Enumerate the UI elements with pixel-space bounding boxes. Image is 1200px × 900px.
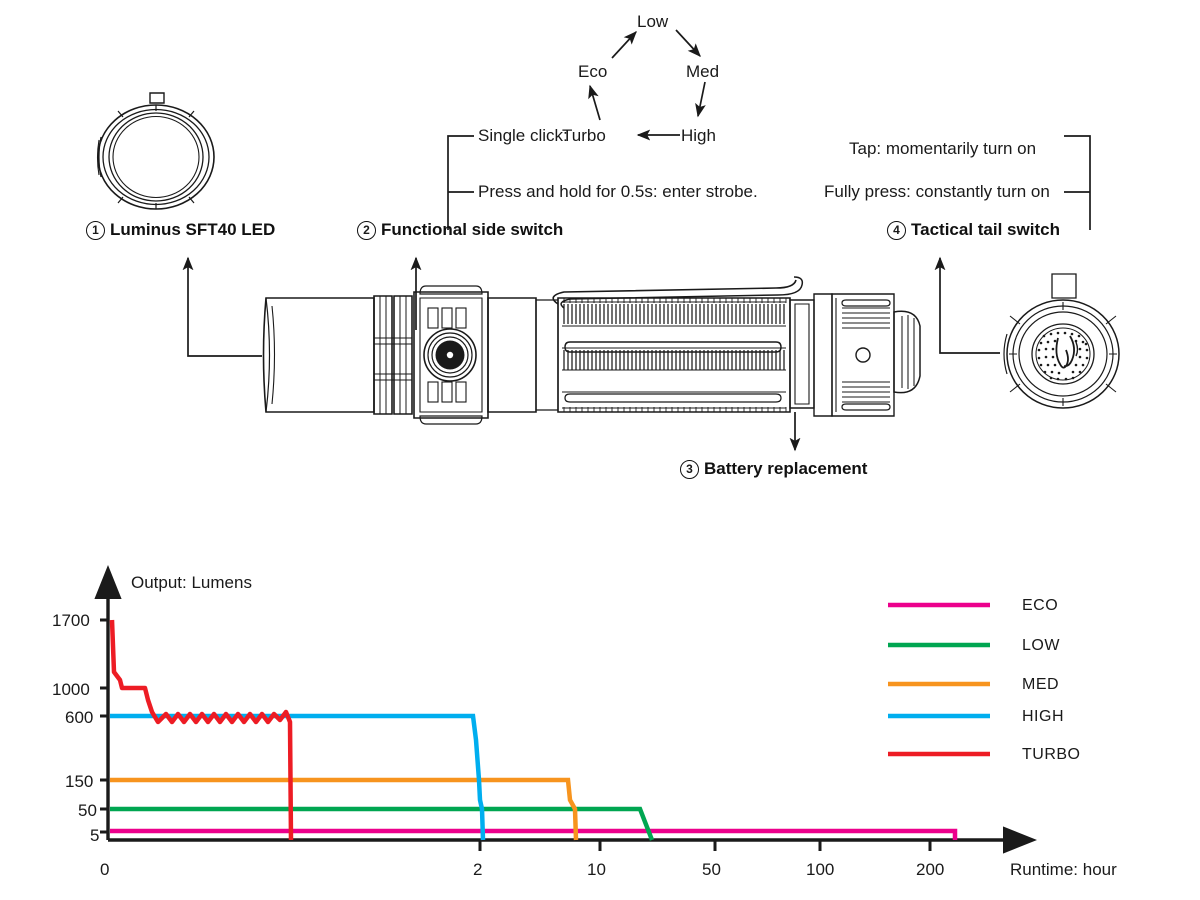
legend-item-low: LOW (1022, 637, 1060, 654)
runtime-chart-plot (94, 565, 1037, 854)
legend-item-turbo: TURBO (1022, 746, 1081, 763)
legend-item-eco: ECO (1022, 597, 1059, 614)
legend-item-high: HIGH (1022, 708, 1064, 725)
legend-item-med: MED (1022, 676, 1060, 693)
